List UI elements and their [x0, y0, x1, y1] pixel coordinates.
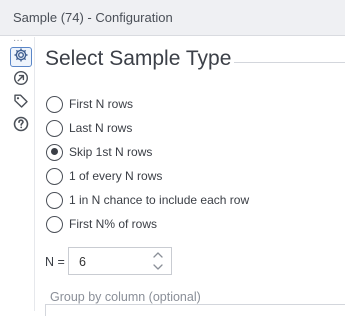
option-skip-first-n-rows[interactable]: Skip 1st N rows	[46, 141, 152, 163]
group-by-column-dropdown[interactable]	[45, 304, 345, 316]
rail-navigate-button[interactable]	[10, 70, 32, 90]
stepper-controls	[145, 248, 171, 274]
rail-help-button[interactable]	[10, 116, 32, 136]
drag-handle[interactable]: ···	[13, 36, 23, 46]
option-label: 1 of every N rows	[69, 169, 163, 183]
option-one-of-every-n-rows[interactable]: 1 of every N rows	[46, 165, 162, 187]
window-title: Sample (74) - Configuration	[13, 10, 173, 25]
title-bar: Sample (74) - Configuration	[0, 0, 345, 36]
n-value-stepper[interactable]: 6	[68, 247, 172, 275]
section-heading: Select Sample Type	[45, 47, 232, 70]
option-label: 1 in N chance to include each row	[69, 193, 250, 207]
radio-button[interactable]	[46, 191, 63, 209]
n-label: N =	[45, 255, 65, 269]
rail-configuration-button[interactable]	[10, 47, 32, 67]
option-label: First N% of rows	[69, 217, 158, 231]
option-first-n-rows[interactable]: First N rows	[46, 93, 133, 115]
option-label: First N rows	[69, 97, 133, 111]
n-value-field[interactable]: 6	[79, 255, 86, 269]
radio-button[interactable]	[46, 167, 63, 185]
option-last-n-rows[interactable]: Last N rows	[46, 117, 132, 139]
radio-button-selected[interactable]	[46, 143, 63, 161]
radio-button[interactable]	[46, 215, 63, 233]
option-label: Last N rows	[69, 121, 133, 135]
option-random-chance[interactable]: 1 in N chance to include each row	[46, 189, 249, 211]
help-icon	[13, 116, 29, 137]
heading-divider	[234, 62, 345, 63]
chevron-down-icon	[152, 258, 164, 276]
compass-icon	[13, 70, 29, 91]
radio-button[interactable]	[46, 95, 63, 113]
rail-divider	[34, 37, 35, 311]
group-by-label: Group by column (optional)	[50, 290, 201, 304]
tag-icon	[13, 93, 29, 114]
option-label: Skip 1st N rows	[69, 145, 153, 159]
decrement-button[interactable]	[150, 261, 166, 273]
rail-annotation-button[interactable]	[10, 93, 32, 113]
radio-button[interactable]	[46, 119, 63, 137]
option-first-n-percent[interactable]: First N% of rows	[46, 213, 157, 235]
left-rail: ···	[0, 36, 34, 311]
gear-icon	[13, 47, 29, 68]
